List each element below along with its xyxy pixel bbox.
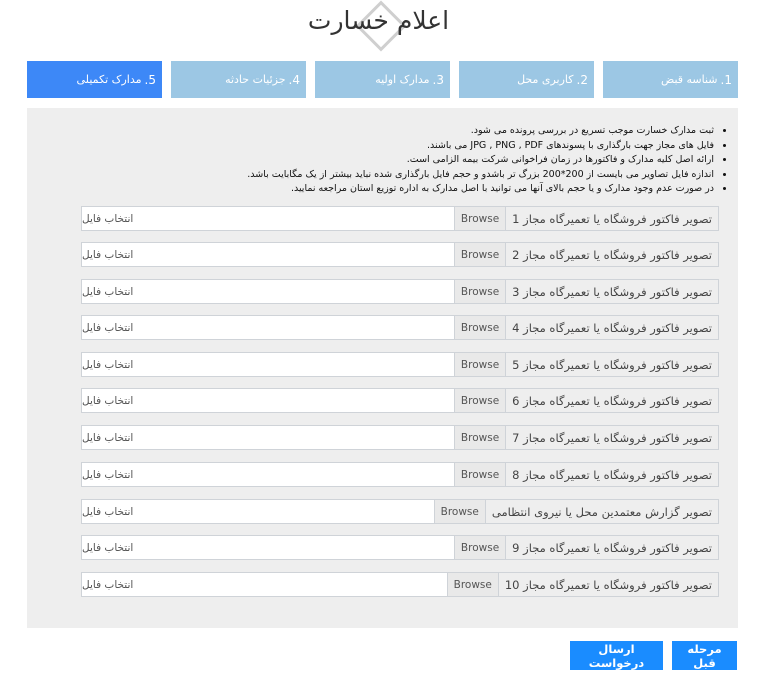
- browse-button[interactable]: Browse: [453, 388, 506, 413]
- step-number: 2.: [576, 72, 588, 87]
- instruction-item: ارائه اصل کلیه مدارک و فاکتورها در زمان …: [74, 153, 714, 168]
- file-input-placeholder: انتخاب فایل: [82, 394, 134, 407]
- file-upload-label: تصویر فاکتور فروشگاه یا تعمیرگاه مجاز 8: [505, 462, 719, 487]
- browse-button[interactable]: Browse: [453, 352, 506, 377]
- file-upload-row-8: تصویر فاکتور فروشگاه یا تعمیرگاه مجاز 8 …: [81, 462, 719, 487]
- instruction-item: اندازه فایل تصاویر می بایست از 200*200 ب…: [74, 168, 714, 183]
- documents-panel: ثبت مدارک خسارت موجب تسریع در بررسی پرون…: [27, 108, 738, 628]
- file-upload-label: تصویر فاکتور فروشگاه یا تعمیرگاه مجاز 1: [505, 206, 719, 231]
- file-upload-row-3: تصویر فاکتور فروشگاه یا تعمیرگاه مجاز 3 …: [81, 279, 719, 304]
- step-4[interactable]: 4. جزئیات حادثه: [171, 61, 306, 98]
- file-upload-row-4: تصویر فاکتور فروشگاه یا تعمیرگاه مجاز 4 …: [81, 315, 719, 340]
- step-label: کاربری محل: [517, 73, 574, 86]
- previous-step-button[interactable]: مرحله قبل: [672, 641, 737, 670]
- instruction-item: در صورت عدم وجود مدارک و یا حجم بالای آن…: [74, 182, 714, 197]
- file-upload-row-5: تصویر فاکتور فروشگاه یا تعمیرگاه مجاز 5 …: [81, 352, 719, 377]
- file-input[interactable]: انتخاب فایل: [81, 535, 454, 560]
- file-input[interactable]: انتخاب فایل: [81, 206, 454, 231]
- file-input[interactable]: انتخاب فایل: [81, 572, 447, 597]
- file-upload-label: تصویر فاکتور فروشگاه یا تعمیرگاه مجاز 7: [505, 425, 719, 450]
- submit-request-button[interactable]: ارسال درخواست: [570, 641, 663, 670]
- page-title: اعلام خسارت: [307, 6, 450, 35]
- browse-button[interactable]: Browse: [453, 462, 506, 487]
- file-input-placeholder: انتخاب فایل: [82, 431, 134, 444]
- browse-button[interactable]: Browse: [453, 279, 506, 304]
- browse-button[interactable]: Browse: [453, 242, 506, 267]
- file-input[interactable]: انتخاب فایل: [81, 425, 454, 450]
- wizard-steps: 1. شناسه قبض 2. کاربری محل 3. مدارک اولی…: [27, 61, 738, 98]
- file-upload-label: تصویر گزارش معتمدین محل یا نیروی انتظامی: [484, 499, 719, 524]
- browse-button[interactable]: Browse: [453, 206, 506, 231]
- file-input[interactable]: انتخاب فایل: [81, 352, 454, 377]
- file-upload-label: تصویر فاکتور فروشگاه یا تعمیرگاه مجاز 4: [505, 315, 719, 340]
- browse-button[interactable]: Browse: [453, 315, 506, 340]
- file-input-placeholder: انتخاب فایل: [82, 505, 134, 518]
- file-input[interactable]: انتخاب فایل: [81, 315, 454, 340]
- file-upload-row-1: تصویر فاکتور فروشگاه یا تعمیرگاه مجاز 1 …: [81, 206, 719, 231]
- file-input[interactable]: انتخاب فایل: [81, 242, 454, 267]
- step-1[interactable]: 1. شناسه قبض: [603, 61, 738, 98]
- file-upload-row-10: تصویر فاکتور فروشگاه یا تعمیرگاه مجاز 10…: [81, 572, 719, 597]
- file-upload-row-police-report: تصویر گزارش معتمدین محل یا نیروی انتظامی…: [81, 499, 719, 524]
- file-input[interactable]: انتخاب فایل: [81, 499, 434, 524]
- file-input[interactable]: انتخاب فایل: [81, 388, 454, 413]
- file-upload-label: تصویر فاکتور فروشگاه یا تعمیرگاه مجاز 9: [505, 535, 719, 560]
- page-header: اعلام خسارت: [0, 0, 757, 58]
- step-number: 1.: [720, 72, 732, 87]
- file-upload-row-7: تصویر فاکتور فروشگاه یا تعمیرگاه مجاز 7 …: [81, 425, 719, 450]
- file-upload-row-2: تصویر فاکتور فروشگاه یا تعمیرگاه مجاز 2 …: [81, 242, 719, 267]
- step-number: 5.: [144, 72, 156, 87]
- step-label: جزئیات حادثه: [225, 73, 286, 86]
- browse-button[interactable]: Browse: [446, 572, 498, 597]
- file-upload-label: تصویر فاکتور فروشگاه یا تعمیرگاه مجاز 6: [505, 388, 719, 413]
- file-input-placeholder: انتخاب فایل: [82, 541, 134, 554]
- step-label: مدارک اولیه: [375, 73, 430, 86]
- step-2[interactable]: 2. کاربری محل: [459, 61, 594, 98]
- file-input-placeholder: انتخاب فایل: [82, 285, 134, 298]
- claim-form-page: اعلام خسارت 1. شناسه قبض 2. کاربری محل 3…: [0, 0, 757, 689]
- step-number: 4.: [288, 72, 300, 87]
- browse-button[interactable]: Browse: [433, 499, 485, 524]
- step-number: 3.: [432, 72, 444, 87]
- file-input-placeholder: انتخاب فایل: [82, 358, 134, 371]
- step-5-active[interactable]: 5. مدارک تکمیلی: [27, 61, 162, 98]
- step-3[interactable]: 3. مدارک اولیه: [315, 61, 450, 98]
- file-upload-row-9: تصویر فاکتور فروشگاه یا تعمیرگاه مجاز 9 …: [81, 535, 719, 560]
- browse-button[interactable]: Browse: [453, 425, 506, 450]
- file-upload-label: تصویر فاکتور فروشگاه یا تعمیرگاه مجاز 2: [505, 242, 719, 267]
- file-input-placeholder: انتخاب فایل: [82, 248, 134, 261]
- step-label: مدارک تکمیلی: [76, 73, 142, 86]
- file-upload-label: تصویر فاکتور فروشگاه یا تعمیرگاه مجاز 3: [505, 279, 719, 304]
- instruction-item: ثبت مدارک خسارت موجب تسریع در بررسی پرون…: [74, 124, 714, 139]
- file-input-placeholder: انتخاب فایل: [82, 321, 134, 334]
- file-input-placeholder: انتخاب فایل: [82, 212, 134, 225]
- file-input-placeholder: انتخاب فایل: [82, 468, 134, 481]
- instruction-item: فایل های مجاز جهت بارگذاری با پسوندهای J…: [74, 139, 714, 154]
- browse-button[interactable]: Browse: [453, 535, 506, 560]
- step-label: شناسه قبض: [660, 73, 718, 86]
- file-input-placeholder: انتخاب فایل: [82, 578, 134, 591]
- file-upload-row-6: تصویر فاکتور فروشگاه یا تعمیرگاه مجاز 6 …: [81, 388, 719, 413]
- file-input[interactable]: انتخاب فایل: [81, 462, 454, 487]
- file-upload-label: تصویر فاکتور فروشگاه یا تعمیرگاه مجاز 5: [505, 352, 719, 377]
- file-upload-label: تصویر فاکتور فروشگاه یا تعمیرگاه مجاز 10: [497, 572, 719, 597]
- file-input[interactable]: انتخاب فایل: [81, 279, 454, 304]
- instructions-list: ثبت مدارک خسارت موجب تسریع در بررسی پرون…: [74, 124, 728, 197]
